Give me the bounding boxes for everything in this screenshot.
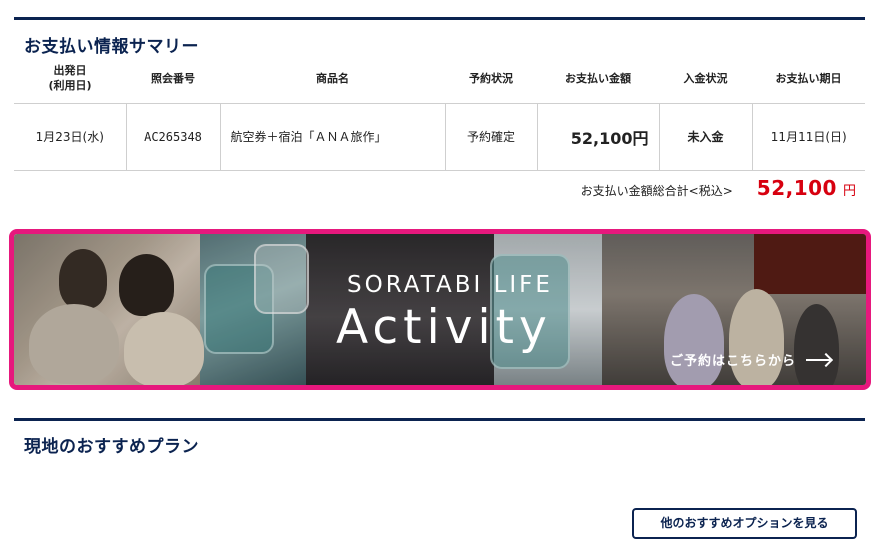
banner-cta-label: ご予約はこちらから: [670, 354, 797, 369]
col-header-due-date: お支払い期日: [752, 56, 865, 104]
payment-summary-title: お支払い情報サマリー: [24, 37, 199, 57]
recommend-title: 現地のおすすめプラン: [24, 437, 199, 457]
banner-cta-link[interactable]: ご予約はこちらから: [670, 350, 831, 369]
total-amount: 52,100: [756, 176, 837, 200]
cell-product: 航空券＋宿泊「ＡＮＡ旅作」: [219, 103, 445, 171]
payment-total: お支払い金額総合計<税込> 52,100 円: [581, 176, 856, 200]
table-header-row: 出発日 (利用日) 照会番号 商品名 予約状況 お支払い金額 入金状況 お支払い…: [14, 56, 865, 104]
cell-deposit-status: 未入金: [658, 103, 752, 171]
cell-due-date: 11月11日(日): [751, 103, 865, 171]
col-header-departure-label: 出発日 (利用日): [48, 64, 92, 93]
payment-summary-table: 出発日 (利用日) 照会番号 商品名 予約状況 お支払い金額 入金状況 お支払い…: [14, 56, 865, 171]
banner-title: Activity: [336, 300, 552, 355]
col-header-deposit-status: 入金状況: [659, 56, 752, 104]
activity-banner[interactable]: SORATABI LIFE Activity ご予約はこちらから: [9, 229, 871, 390]
cell-reference: AC265348: [125, 103, 220, 171]
cell-reservation-status: 予約確定: [444, 103, 537, 171]
recommend-top-rule: [14, 418, 865, 421]
total-label: お支払い金額総合計<税込>: [580, 184, 733, 198]
arrow-right-icon: [806, 358, 831, 361]
col-header-product: 商品名: [220, 56, 445, 104]
col-header-departure: 出発日 (利用日): [14, 56, 126, 104]
table-row: 1月23日(水) AC265348 航空券＋宿泊「ＡＮＡ旅作」 予約確定 52,…: [14, 103, 865, 171]
col-header-amount: お支払い金額: [537, 56, 659, 104]
banner-subtitle: SORATABI LIFE: [347, 272, 553, 298]
total-unit: 円: [842, 184, 856, 199]
cell-amount: 52,100円: [536, 103, 659, 171]
col-header-reservation-status: 予約状況: [445, 56, 537, 104]
cell-departure: 1月23日(水): [14, 103, 126, 171]
summary-top-rule: [14, 17, 865, 20]
col-header-reference: 照会番号: [126, 56, 220, 104]
more-options-button[interactable]: 他のおすすめオプションを見る: [632, 508, 857, 539]
